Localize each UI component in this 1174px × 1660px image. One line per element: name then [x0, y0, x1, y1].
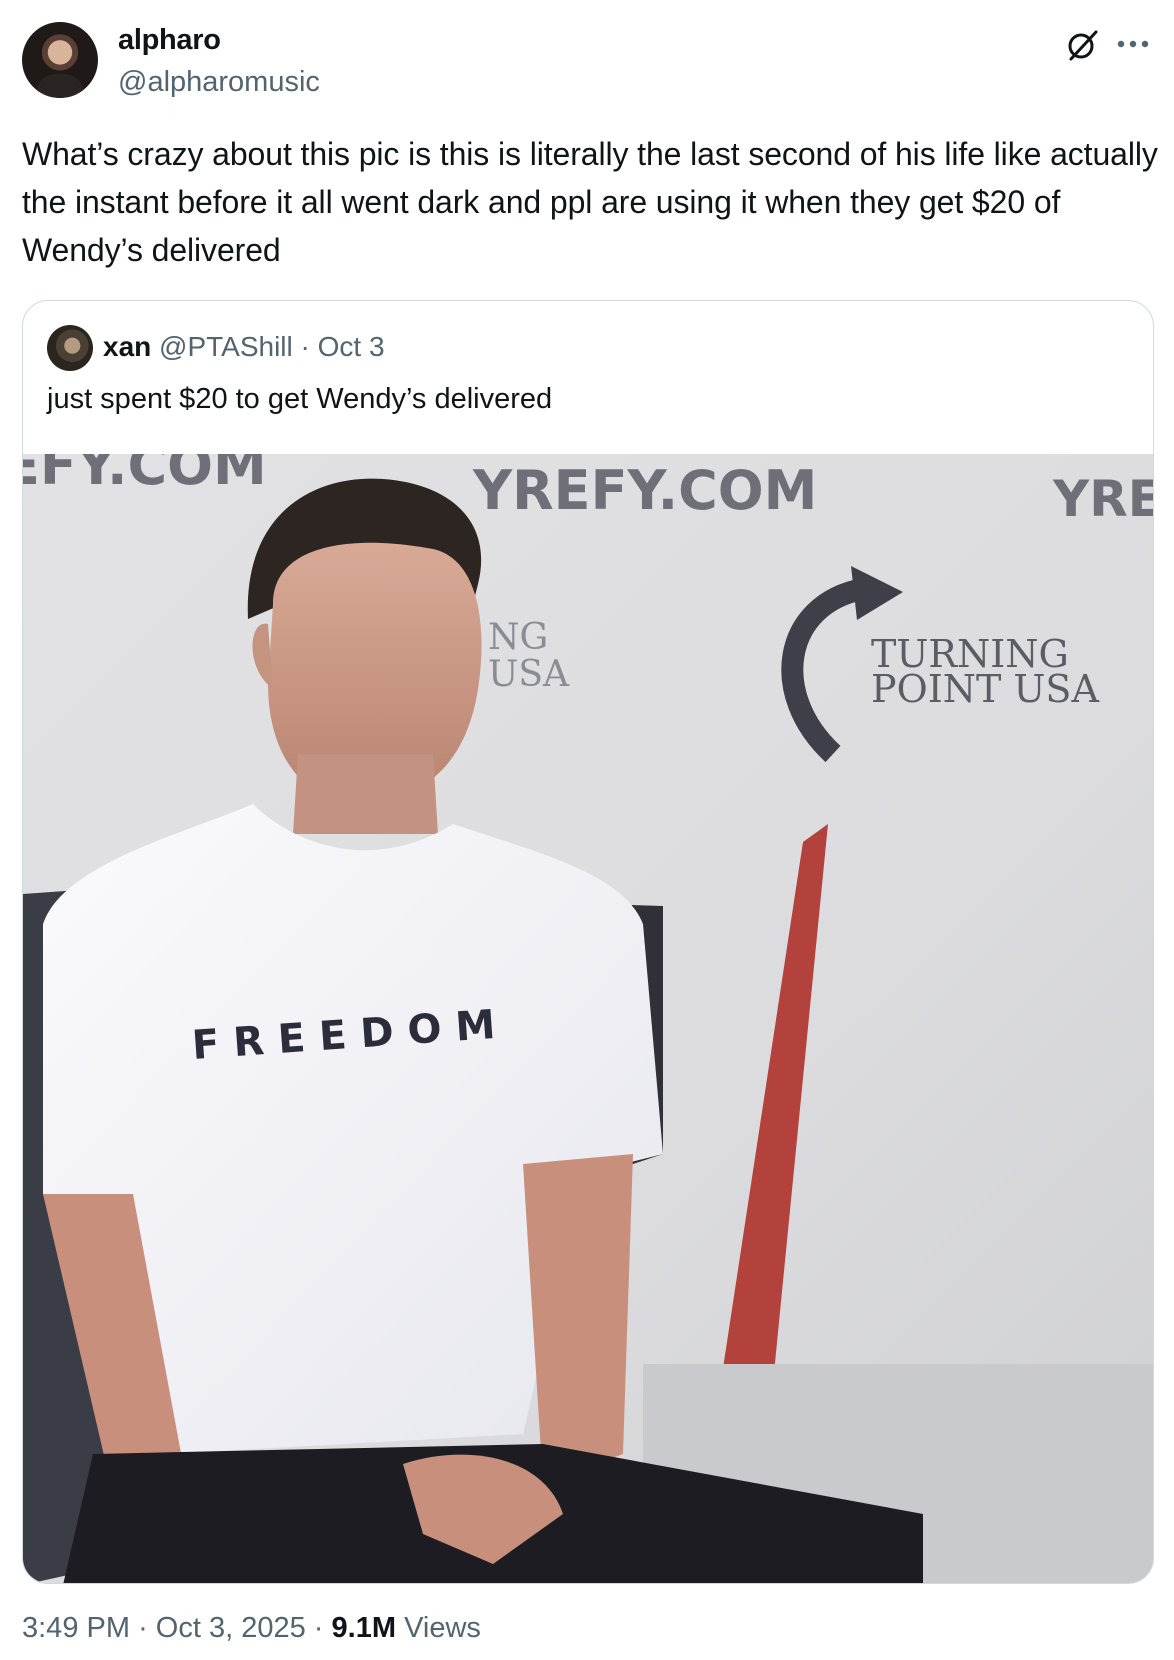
- quoted-date[interactable]: Oct 3: [318, 331, 385, 362]
- banner-text-right: YRE: [1052, 470, 1154, 528]
- banner-text-center: YREFY.COM: [472, 459, 817, 522]
- author-handle[interactable]: @alpharomusic: [118, 66, 320, 99]
- partial-logo-line-2: USA: [488, 654, 570, 695]
- partial-logo-line-1: NG: [488, 617, 548, 658]
- quoted-separator: ·: [300, 331, 310, 362]
- quoted-tweet-photo[interactable]: EFY.COM YREFY.COM YRE TURNING POINT USA …: [23, 454, 1154, 1584]
- logo-line-2: POINT USA: [871, 667, 1099, 711]
- banner-text-left: EFY.COM: [23, 454, 267, 497]
- views-count[interactable]: 9.1M: [332, 1612, 396, 1644]
- author-display-name[interactable]: alpharo: [118, 24, 221, 57]
- footer-separator: ·: [313, 1612, 324, 1644]
- more-icon[interactable]: [1115, 34, 1151, 54]
- quoted-author-avatar[interactable]: [47, 325, 93, 371]
- tweet-date[interactable]: Oct 3, 2025: [156, 1612, 306, 1644]
- quoted-author-handle[interactable]: @PTAShill: [159, 331, 293, 362]
- quoted-tweet-header: xan @PTAShill · Oct 3: [103, 331, 385, 363]
- avatar-figure: [36, 74, 84, 98]
- tweet-footer: 3:49 PM · Oct 3, 2025 · 9.1M Views: [22, 1612, 481, 1645]
- grok-icon[interactable]: [1066, 28, 1100, 62]
- quoted-tweet-text: just spent $20 to get Wendy’s delivered: [47, 383, 553, 415]
- tweet-time[interactable]: 3:49 PM: [22, 1612, 130, 1644]
- views-label: Views: [404, 1612, 481, 1644]
- person-neck: [293, 754, 438, 834]
- quoted-tweet-card[interactable]: xan @PTAShill · Oct 3 just spent $20 to …: [22, 300, 1154, 1584]
- quoted-author-name[interactable]: xan: [103, 331, 151, 362]
- author-avatar[interactable]: [22, 22, 98, 98]
- tweet-text: What’s crazy about this pic is this is l…: [22, 136, 1158, 268]
- footer-separator: ·: [138, 1612, 148, 1644]
